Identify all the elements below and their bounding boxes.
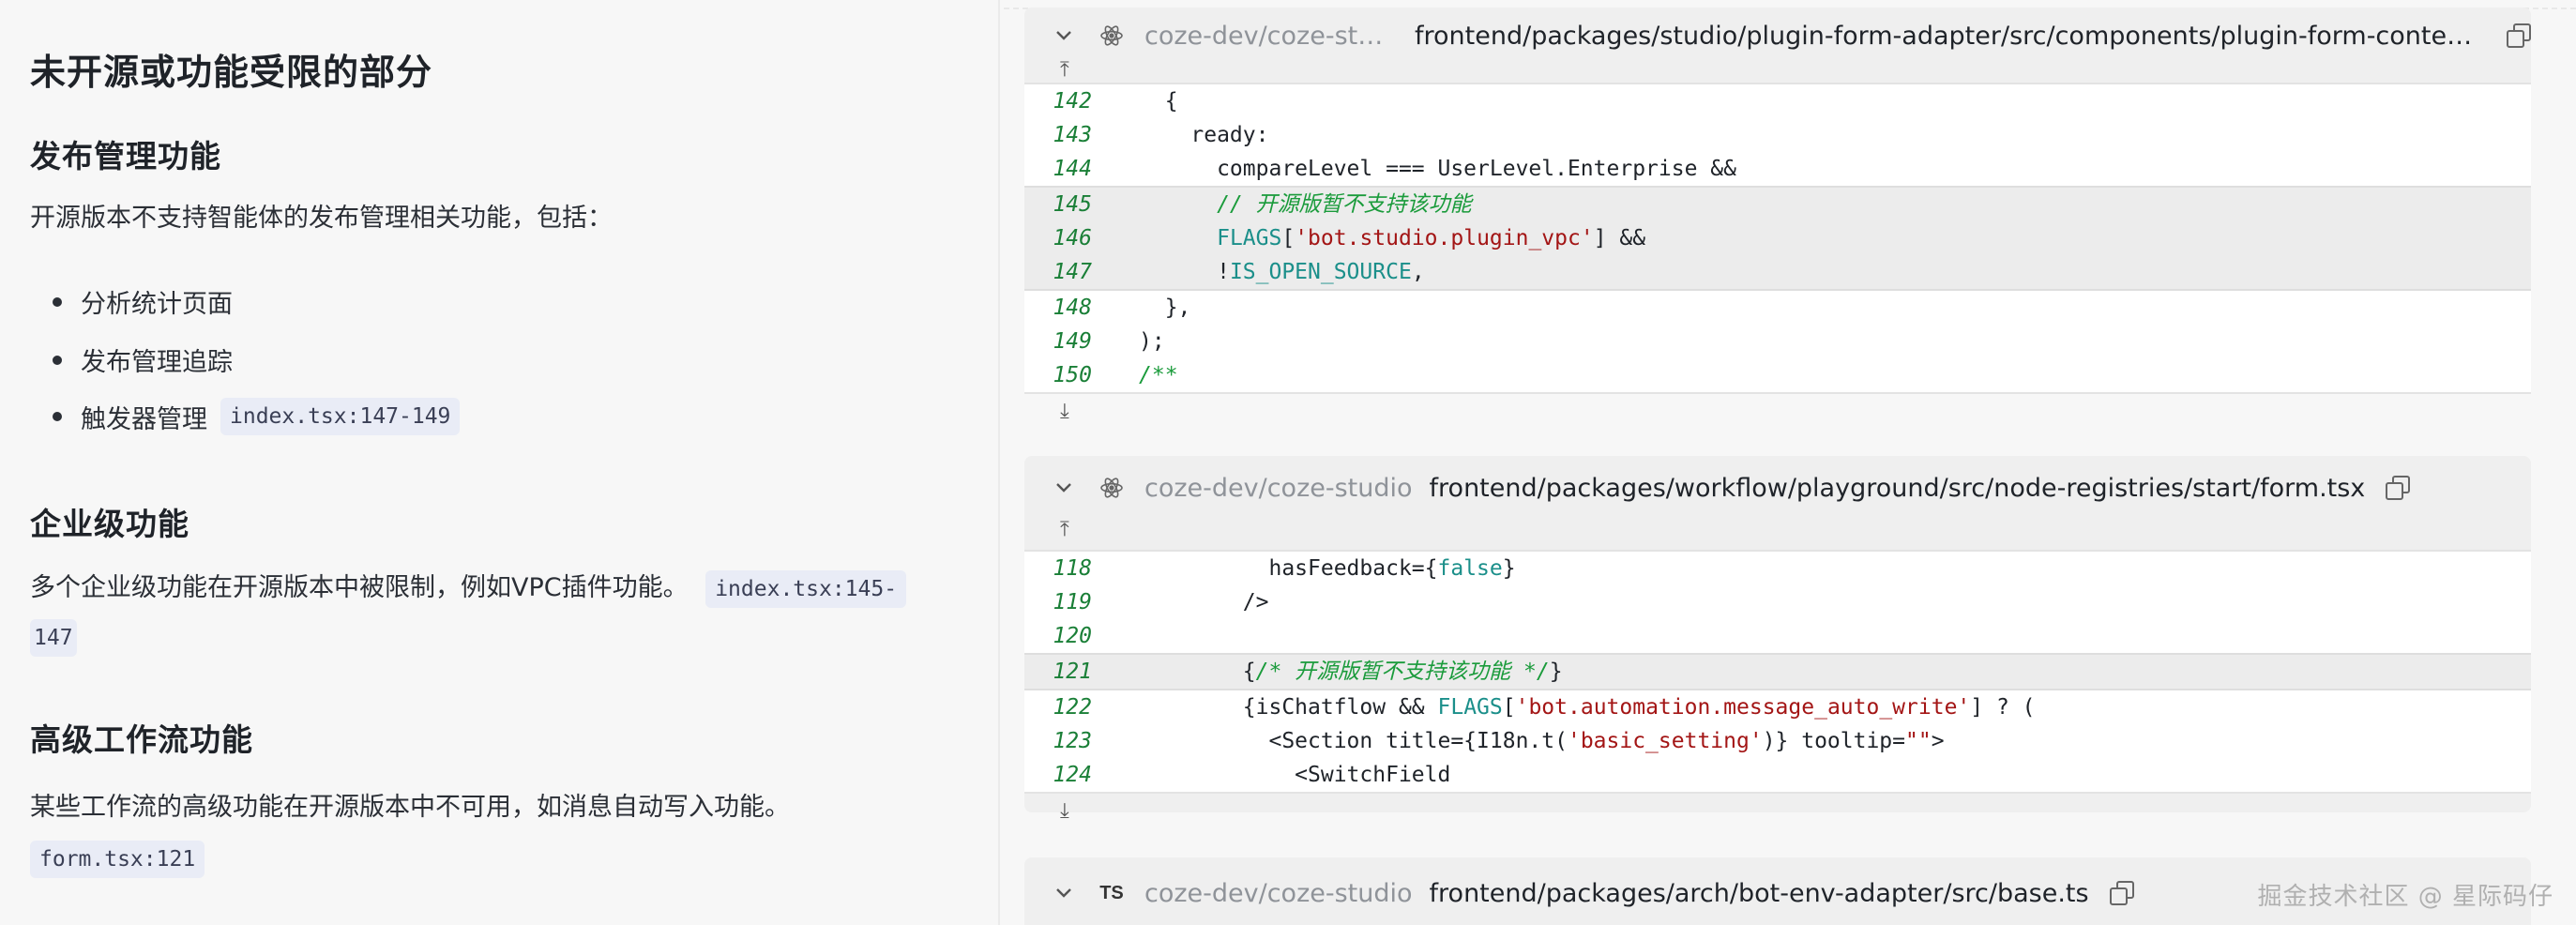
snippet-header[interactable]: coze-dev/coze-studio frontend/packages/w…	[1024, 460, 2531, 516]
code-block: 118 hasFeedback={false} 119 /> 120 121 {…	[1024, 550, 2531, 794]
list-item-label: 触发器管理	[81, 404, 207, 434]
file-path[interactable]: frontend/packages/studio/plugin-form-ada…	[1415, 22, 2486, 51]
section-heading-release: 发布管理功能	[30, 138, 221, 174]
source-reference-chip[interactable]: index.tsx:147-149	[220, 398, 461, 435]
source-reference-chip[interactable]: form.tsx:121	[30, 841, 205, 878]
react-icon	[1094, 476, 1129, 500]
code-line: 120	[1053, 624, 1092, 648]
source-reference-chip[interactable]: index.tsx:145-	[705, 570, 907, 608]
highlighted-lines: 121 {/* 开源版暂不支持该功能 */}	[1024, 653, 2531, 690]
expand-up-icon[interactable]: ⤒	[1060, 58, 1069, 82]
watermark: 掘金技术社区 @ 星际码仔	[2257, 883, 2553, 911]
code-line: 147 !IS_OPEN_SOURCE,	[1053, 260, 1425, 284]
chevron-down-icon[interactable]	[1049, 482, 1079, 493]
highlighted-lines: 145 // 开源版暂不支持该功能 146 FLAGS['bot.studio.…	[1024, 186, 2531, 291]
code-line: 145 // 开源版暂不支持该功能	[1053, 192, 1472, 217]
expand-down-icon[interactable]: ⤓	[1060, 799, 1069, 823]
list-item-label: 分析统计页面	[81, 290, 233, 319]
file-path[interactable]: frontend/packages/arch/bot-env-adapter/s…	[1430, 879, 2089, 908]
pane-divider	[998, 0, 1000, 925]
code-line: 143 ready:	[1053, 123, 1269, 147]
section-text-workflow: 某些工作流的高级功能在开源版本中不可用，如消息自动写入功能。	[30, 793, 790, 822]
code-line: 119 />	[1053, 590, 1269, 614]
source-reference-chip[interactable]: 147	[30, 619, 77, 657]
chevron-down-icon[interactable]	[1049, 887, 1079, 899]
list-item: 发布管理追踪	[53, 341, 233, 378]
copy-icon[interactable]	[2507, 23, 2531, 48]
list-item: 触发器管理 index.tsx:147-149	[53, 398, 461, 435]
section-ref-line: form.tsx:121	[30, 833, 968, 883]
section-text-enterprise: 多个企业级功能在开源版本中被限制，例如VPC插件功能。 index.tsx:14…	[30, 563, 968, 613]
page-title: 未开源或功能受限的部分	[30, 52, 433, 93]
code-snippet-panel: coze-dev/coze-stu... frontend/packages/s…	[1024, 8, 2531, 423]
code-line: 121 {/* 开源版暂不支持该功能 */}	[1053, 660, 1563, 684]
code-line: 118 hasFeedback={false}	[1053, 556, 1516, 581]
repo-name: coze-dev/coze-stu...	[1144, 21, 1398, 51]
code-line: 144 compareLevel === UserLevel.Enterpris…	[1053, 157, 1736, 181]
copy-icon[interactable]	[2109, 881, 2134, 905]
code-snippet-panel: coze-dev/coze-studio frontend/packages/w…	[1024, 456, 2531, 823]
section-heading-enterprise: 企业级功能	[30, 506, 189, 542]
code-line: 146 FLAGS['bot.studio.plugin_vpc'] &&	[1053, 226, 1646, 250]
code-line: 123 <Section title={I18n.t('basic_settin…	[1053, 729, 1945, 753]
list-item-label: 发布管理追踪	[81, 348, 233, 377]
list-item: 分析统计页面	[53, 283, 233, 320]
code-line: 150/**	[1053, 363, 1178, 387]
code-block: 142 { 143 ready: 144 compareLevel === Us…	[1024, 83, 2531, 394]
section-text-release: 开源版本不支持智能体的发布管理相关功能，包括：	[30, 204, 613, 233]
code-line: 142 {	[1053, 89, 1178, 114]
section-text: 多个企业级功能在开源版本中被限制，例如VPC插件功能。	[30, 573, 689, 602]
expand-down-icon[interactable]: ⤓	[1060, 400, 1069, 423]
repo-name: coze-dev/coze-studio	[1144, 473, 1413, 503]
code-line: 148 },	[1053, 296, 1191, 320]
bullet-dot	[53, 296, 62, 307]
react-icon	[1094, 23, 1129, 48]
expand-up-icon[interactable]: ⤒	[1060, 518, 1069, 541]
section-text-continuation: 147	[30, 612, 968, 661]
snippet-header[interactable]: coze-dev/coze-stu... frontend/packages/s…	[1024, 8, 2531, 64]
code-line: 122 {isChatflow && FLAGS['bot.automation…	[1053, 695, 2036, 720]
bullet-dot	[53, 412, 62, 421]
chevron-down-icon[interactable]	[1049, 30, 1079, 41]
code-line: 124 <SwitchField	[1053, 763, 1451, 787]
file-path[interactable]: frontend/packages/workflow/playground/sr…	[1430, 474, 2366, 503]
answer-pane: 未开源或功能受限的部分 发布管理功能 开源版本不支持智能体的发布管理相关功能，包…	[0, 0, 1000, 925]
repo-name: coze-dev/coze-studio	[1144, 878, 1413, 908]
copy-icon[interactable]	[2386, 476, 2411, 500]
section-heading-workflow: 高级工作流功能	[30, 721, 253, 758]
typescript-icon: TS	[1099, 882, 1124, 903]
code-line: 149);	[1053, 329, 1165, 354]
bullet-dot	[53, 355, 62, 365]
